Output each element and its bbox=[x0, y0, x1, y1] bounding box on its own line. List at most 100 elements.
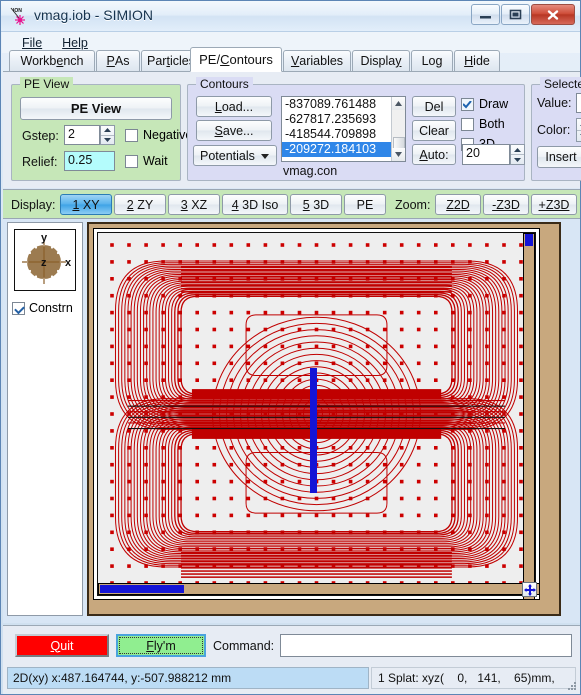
tab-strip: Workb e nch P As Par t icles PE/Contours Vari… bbox=[3, 47, 580, 72]
scroll-up-icon[interactable] bbox=[392, 97, 405, 110]
gstep-stepper-up[interactable] bbox=[101, 126, 114, 136]
wait-checkbox[interactable]: Wait bbox=[125, 154, 168, 168]
list-item[interactable]: -418544.709898 bbox=[282, 127, 405, 142]
quit-label: uit bbox=[60, 638, 74, 653]
selected-color-label: Color: bbox=[537, 123, 571, 137]
both-checkbox[interactable]: Both bbox=[461, 117, 505, 131]
del-button[interactable]: Del bbox=[412, 96, 456, 117]
plot-horizontal-scrollbar[interactable] bbox=[98, 583, 539, 595]
tab-variables[interactable]: Variables bbox=[283, 50, 351, 71]
tab-accel: g bbox=[435, 54, 443, 68]
color-stepper-up[interactable] bbox=[577, 119, 581, 131]
draw-checkbox[interactable]: Draw bbox=[461, 97, 508, 111]
zoom-button-label: Z2D bbox=[446, 197, 470, 212]
tab-accel: H bbox=[464, 54, 474, 68]
svg-text:y: y bbox=[41, 232, 48, 244]
contours-list-scrollbar[interactable] bbox=[391, 97, 405, 161]
display-button-zy[interactable]: 2 ZY bbox=[114, 194, 166, 215]
list-item-selected[interactable]: -209272.184103 bbox=[282, 142, 405, 157]
pe-contours-panel: PE View PE View Gstep: 2 Negative Relief… bbox=[3, 71, 581, 188]
gstep-stepper[interactable] bbox=[100, 125, 115, 145]
color-stepper-down[interactable] bbox=[577, 131, 581, 142]
negative-checkbox[interactable]: Negative bbox=[125, 128, 192, 142]
tab-label-part: ariables bbox=[299, 54, 344, 68]
auto-button[interactable]: Auto: bbox=[412, 144, 456, 165]
display-button-xy[interactable]: 1 XY bbox=[60, 194, 112, 215]
auto-count-stepper[interactable] bbox=[510, 144, 525, 165]
pan-move-icon[interactable] bbox=[522, 582, 537, 597]
load-accel: L bbox=[214, 99, 222, 114]
display-button-label: 3D Iso bbox=[242, 197, 279, 212]
display-toolbar: Display: 1 XY 2 ZY 3 XZ 4 3D Iso 5 3D PE… bbox=[3, 189, 580, 219]
minimize-button[interactable] bbox=[471, 4, 500, 25]
list-item[interactable]: -627817.235693 bbox=[282, 112, 405, 127]
tab-workbench[interactable]: Workb e nch bbox=[9, 50, 95, 71]
zoom-button-z2d[interactable]: Z2D bbox=[435, 194, 481, 215]
contours-listbox[interactable]: -837089.761488 -627817.235693 -418544.70… bbox=[281, 96, 406, 162]
display-button-xz[interactable]: 3 XZ bbox=[168, 194, 220, 215]
constrain-checkbox[interactable]: Constrn bbox=[12, 301, 73, 315]
zoom-button-minus-z3d[interactable]: -Z3D bbox=[483, 194, 529, 215]
selected-value-input[interactable] bbox=[576, 93, 581, 113]
wait-checkbox-box bbox=[125, 154, 138, 168]
command-input[interactable] bbox=[280, 634, 572, 657]
window-frame: ION vmag.iob - SIMION File Help Workb e … bbox=[0, 0, 581, 695]
status-coordinates: 2D(xy) x:487.164744, y:-507.988212 mm bbox=[7, 667, 369, 689]
list-item[interactable]: -837089.761488 bbox=[282, 97, 405, 112]
plot-vertical-scrollbar[interactable] bbox=[523, 233, 535, 599]
resize-grip-icon[interactable] bbox=[566, 680, 577, 691]
load-button[interactable]: Load... bbox=[196, 96, 272, 117]
negative-checkbox-box bbox=[125, 128, 138, 142]
command-label: Command: bbox=[213, 639, 275, 653]
flym-button[interactable]: Fly'm bbox=[116, 634, 206, 657]
contours-group: Contours Load... Save... Potentials -837… bbox=[187, 77, 525, 181]
svg-text:x: x bbox=[65, 257, 72, 269]
display-button-3d[interactable]: 5 3D bbox=[290, 194, 342, 215]
tab-label-part: As bbox=[114, 54, 130, 68]
view-left-pane: y x z Constrn bbox=[7, 222, 83, 616]
selected-color-stepper[interactable] bbox=[576, 118, 581, 142]
simion-window: ION vmag.iob - SIMION File Help Workb e … bbox=[0, 0, 581, 695]
contour-plot-canvas[interactable] bbox=[97, 232, 536, 596]
display-button-3d-iso[interactable]: 4 3D Iso bbox=[222, 194, 288, 215]
pe-view-button[interactable]: PE View bbox=[20, 97, 172, 120]
display-accel: 3 bbox=[180, 197, 188, 212]
viewport-area: y x z Constrn bbox=[3, 219, 580, 623]
maximize-button[interactable] bbox=[501, 4, 530, 25]
display-button-pe[interactable]: PE bbox=[344, 194, 386, 215]
chevron-down-icon bbox=[261, 153, 269, 159]
gstep-input[interactable]: 2 bbox=[64, 125, 100, 145]
auto-stepper-up[interactable] bbox=[511, 145, 524, 155]
tab-log[interactable]: Lo g bbox=[411, 50, 453, 71]
fly-accel: F bbox=[146, 638, 154, 653]
display-button-label: 3D bbox=[313, 197, 330, 212]
plot-hscroll-thumb[interactable] bbox=[100, 585, 184, 593]
insert-button[interactable]: Insert bbox=[537, 146, 581, 168]
close-button[interactable] bbox=[531, 4, 575, 25]
tab-label-part: ontours bbox=[229, 52, 273, 67]
title-bar: ION vmag.iob - SIMION bbox=[1, 1, 580, 32]
tab-display[interactable]: Displa y bbox=[352, 50, 410, 71]
gstep-stepper-down[interactable] bbox=[101, 136, 114, 145]
selected-group-label: Selected bbox=[540, 77, 581, 91]
zoom-button-plus-z3d[interactable]: +Z3D bbox=[531, 194, 577, 215]
plot-vscroll-thumb[interactable] bbox=[525, 234, 533, 246]
tab-pe-contours[interactable]: PE/Contours bbox=[190, 47, 282, 72]
save-button[interactable]: Save... bbox=[196, 120, 272, 141]
zoom-button-label: -Z3D bbox=[492, 197, 520, 212]
clear-button[interactable]: Clear bbox=[412, 120, 456, 141]
auto-stepper-down[interactable] bbox=[511, 155, 524, 164]
tab-hide[interactable]: Hide bbox=[454, 50, 500, 71]
display-accel: 2 bbox=[126, 197, 134, 212]
tab-pas[interactable]: P As bbox=[96, 50, 140, 71]
relief-input[interactable]: 0.25 bbox=[64, 151, 115, 171]
contours-type-combo[interactable]: Potentials bbox=[193, 145, 277, 166]
pe-view-group-label: PE View bbox=[20, 77, 74, 91]
display-button-label: XZ bbox=[191, 197, 208, 212]
scroll-down-icon[interactable] bbox=[392, 148, 405, 161]
quit-button[interactable]: Quit bbox=[15, 634, 109, 657]
auto-count-input[interactable]: 20 bbox=[462, 144, 510, 165]
tab-label-part: ide bbox=[473, 54, 490, 68]
tab-label-part: nch bbox=[63, 54, 84, 68]
orientation-compass-icon[interactable]: y x z bbox=[14, 229, 76, 291]
